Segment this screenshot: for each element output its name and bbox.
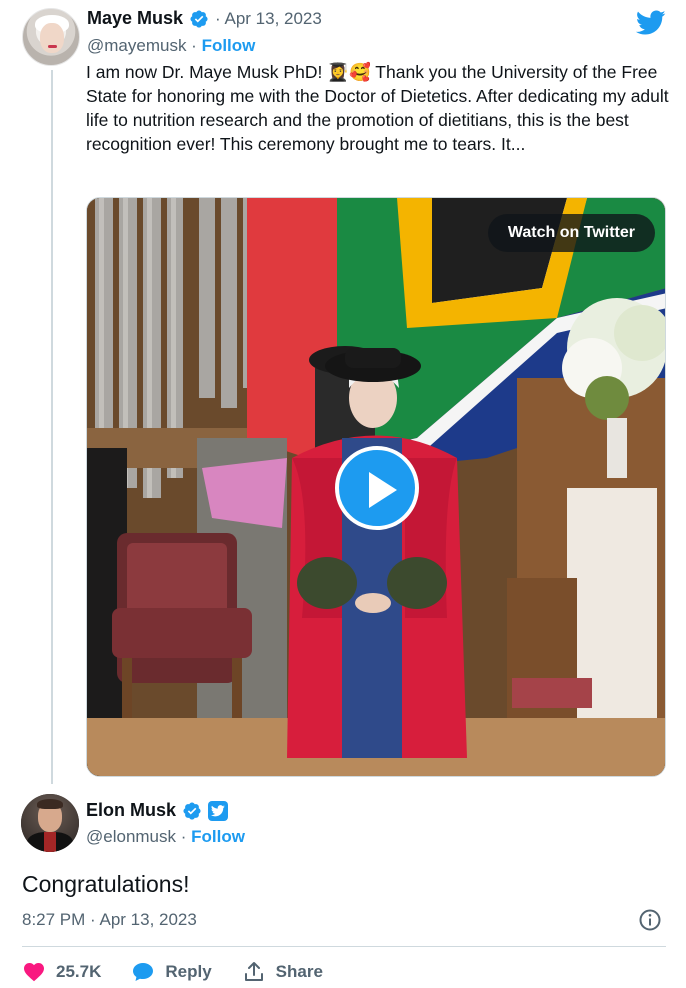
play-icon[interactable] xyxy=(335,446,419,530)
like-count: 25.7K xyxy=(56,962,102,981)
tweet-date[interactable]: · Apr 13, 2023 xyxy=(215,9,322,29)
heart-icon xyxy=(24,963,44,982)
like-button[interactable]: 25.7K xyxy=(22,960,101,984)
share-button[interactable]: Share xyxy=(242,960,323,984)
info-icon[interactable] xyxy=(638,908,662,932)
author-handle[interactable]: @mayemusk xyxy=(87,36,186,55)
watch-on-twitter-button[interactable]: Watch on Twitter xyxy=(487,214,655,252)
author-handle[interactable]: @elonmusk xyxy=(86,827,176,846)
action-bar: 25.7K Reply Share xyxy=(22,958,353,986)
separator: · xyxy=(176,827,192,846)
video-thumbnail[interactable]: Watch on Twitter xyxy=(86,197,666,777)
twitter-bird-icon[interactable] xyxy=(636,10,666,36)
reply-icon xyxy=(133,963,154,981)
twitter-badge-icon xyxy=(208,800,229,821)
main-tweet-text: Congratulations! xyxy=(22,871,190,897)
follow-button[interactable]: Follow xyxy=(191,827,245,846)
tweet-timestamp[interactable]: 8:27 PM · Apr 13, 2023 xyxy=(22,910,197,930)
main-author-row: Elon Musk xyxy=(86,800,229,821)
quoted-handle-row: @mayemusk · Follow xyxy=(87,36,255,56)
quoted-author-row: Maye Musk · Apr 13, 2023 xyxy=(87,8,322,29)
thread-line xyxy=(51,70,53,784)
share-label: Share xyxy=(275,962,323,981)
tweet-card: Maye Musk · Apr 13, 2023 @mayemusk · Fol… xyxy=(0,0,686,988)
verified-badge-icon xyxy=(183,801,201,820)
reply-button[interactable]: Reply xyxy=(131,960,212,984)
quoted-tweet-text: I am now Dr. Maye Musk PhD! 👩‍🎓🥰 Thank y… xyxy=(86,62,669,154)
author-name[interactable]: Elon Musk xyxy=(86,800,176,821)
author-name[interactable]: Maye Musk xyxy=(87,8,183,29)
avatar[interactable] xyxy=(22,8,80,66)
avatar[interactable] xyxy=(21,794,79,852)
follow-button[interactable]: Follow xyxy=(202,36,256,55)
separator: · xyxy=(186,36,202,55)
verified-badge-icon xyxy=(190,9,208,28)
divider xyxy=(22,946,666,947)
share-icon xyxy=(244,962,263,981)
reply-label: Reply xyxy=(165,962,212,981)
main-handle-row: @elonmusk · Follow xyxy=(86,827,245,847)
